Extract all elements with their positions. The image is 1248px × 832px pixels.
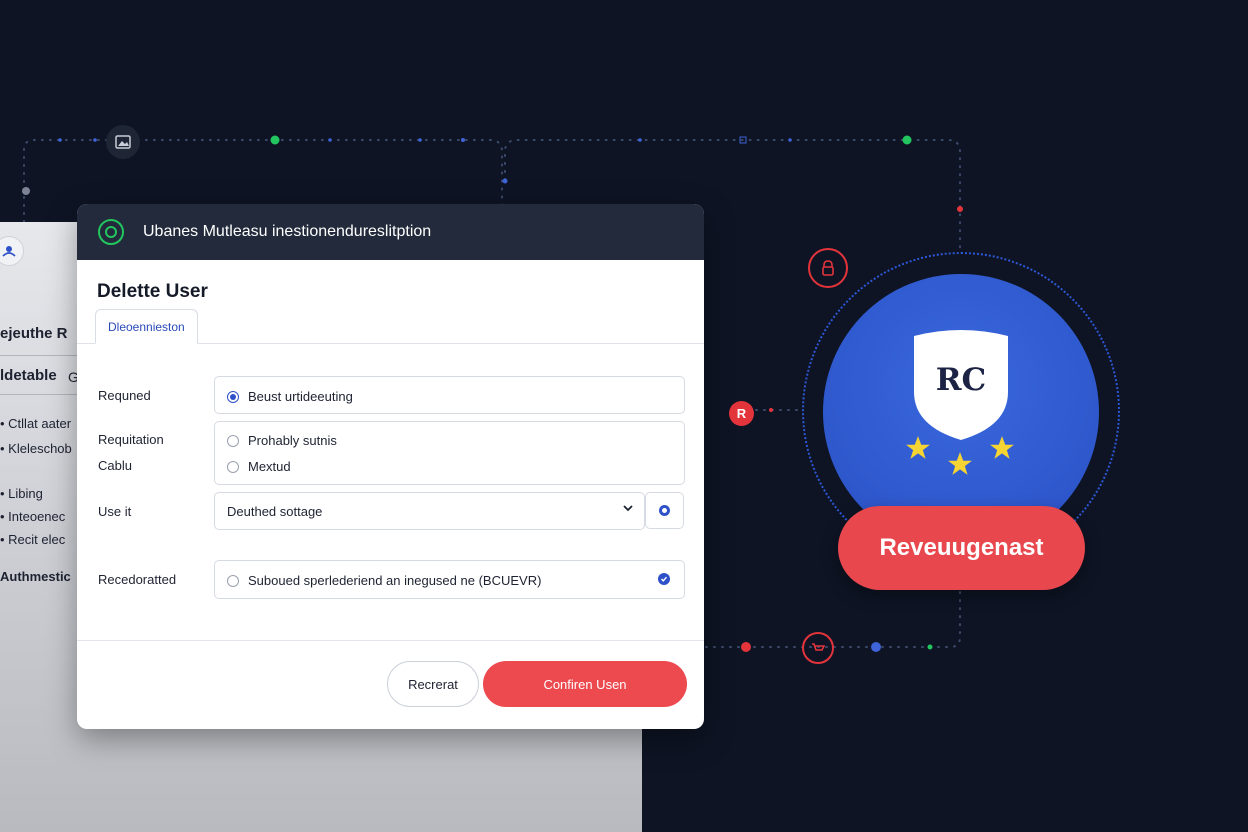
radio-option[interactable]: Prohably sutnis xyxy=(227,433,337,448)
background-label: ldetable xyxy=(0,367,57,384)
background-list-item: • Inteoenec xyxy=(0,509,66,524)
use-it-label: Use it xyxy=(98,504,132,519)
radio-option-label: Beust urtideeuting xyxy=(248,389,353,404)
recedorated-label: Recedoratted xyxy=(98,572,177,587)
star-icon xyxy=(948,452,972,475)
select-value: Deuthed sottage xyxy=(227,504,323,519)
radio-unselected-icon[interactable] xyxy=(227,460,239,473)
requitation-radio-group: Prohably sutnis Mextud xyxy=(214,421,685,485)
delete-user-dialog: Ubanes Mutleasu inestionendureslitption … xyxy=(77,204,704,729)
background-list-item: • Recit elec xyxy=(0,532,66,547)
dialog-header: Ubanes Mutleasu inestionendureslitption xyxy=(77,204,704,260)
background-divider xyxy=(0,394,80,395)
r-node-icon: R xyxy=(729,401,754,426)
check-icon xyxy=(658,573,670,585)
info-dot-icon xyxy=(659,505,670,516)
radio-option-label: Mextud xyxy=(248,459,291,474)
badge-banner: Reveuugenast xyxy=(838,506,1085,590)
requitation-label: Requitation xyxy=(98,432,164,447)
tab-bar: Dleoennieston xyxy=(77,309,704,344)
tab-dleoennieston[interactable]: Dleoennieston xyxy=(95,309,198,344)
footer-divider xyxy=(77,640,704,641)
shield-logo-text: RC xyxy=(935,362,987,398)
image-node-icon xyxy=(106,125,140,159)
radio-unselected-icon[interactable] xyxy=(227,574,239,587)
status-ring-icon xyxy=(98,219,124,245)
cart-node-icon xyxy=(802,632,834,664)
recrerat-button[interactable]: Recrerat xyxy=(387,661,479,707)
chevron-down-icon xyxy=(623,505,633,512)
background-heading: ejeuthe R xyxy=(0,325,68,342)
radio-option[interactable]: Mextud xyxy=(227,459,291,474)
radio-option[interactable]: Suboued sperlederiend an inegused ne (BC… xyxy=(227,573,541,588)
radio-option[interactable]: Beust urtideeuting xyxy=(227,389,353,404)
info-button[interactable] xyxy=(645,492,684,529)
dialog-title: Delette User xyxy=(97,281,208,302)
background-list-item: • Libing xyxy=(0,486,43,501)
confirm-user-button[interactable]: Confiren Usen xyxy=(483,661,687,707)
star-icon xyxy=(906,436,930,459)
required-label: Requned xyxy=(98,388,151,403)
radio-selected-icon[interactable] xyxy=(227,390,239,403)
user-icon xyxy=(0,236,24,266)
radio-option-label: Suboued sperlederiend an inegused ne (BC… xyxy=(248,573,542,588)
padlock-node-icon xyxy=(808,248,848,288)
star-icon xyxy=(990,436,1014,459)
recedorated-option-field[interactable]: Suboued sperlederiend an inegused ne (BC… xyxy=(214,560,685,599)
radio-unselected-icon[interactable] xyxy=(227,434,239,447)
background-section-label: Authmestic xyxy=(0,569,71,584)
use-it-select[interactable]: Deuthed sottage xyxy=(214,492,645,530)
background-divider xyxy=(0,355,80,356)
radio-option-label: Prohably sutnis xyxy=(248,433,337,448)
dialog-header-title: Ubanes Mutleasu inestionendureslitption xyxy=(143,223,432,240)
background-list-item: • Ctllat aater xyxy=(0,416,72,431)
background-list-item: • Kleleschob xyxy=(0,441,72,456)
required-option-field[interactable]: Beust urtideeuting xyxy=(214,376,685,414)
cablu-label: Cablu xyxy=(98,458,132,473)
